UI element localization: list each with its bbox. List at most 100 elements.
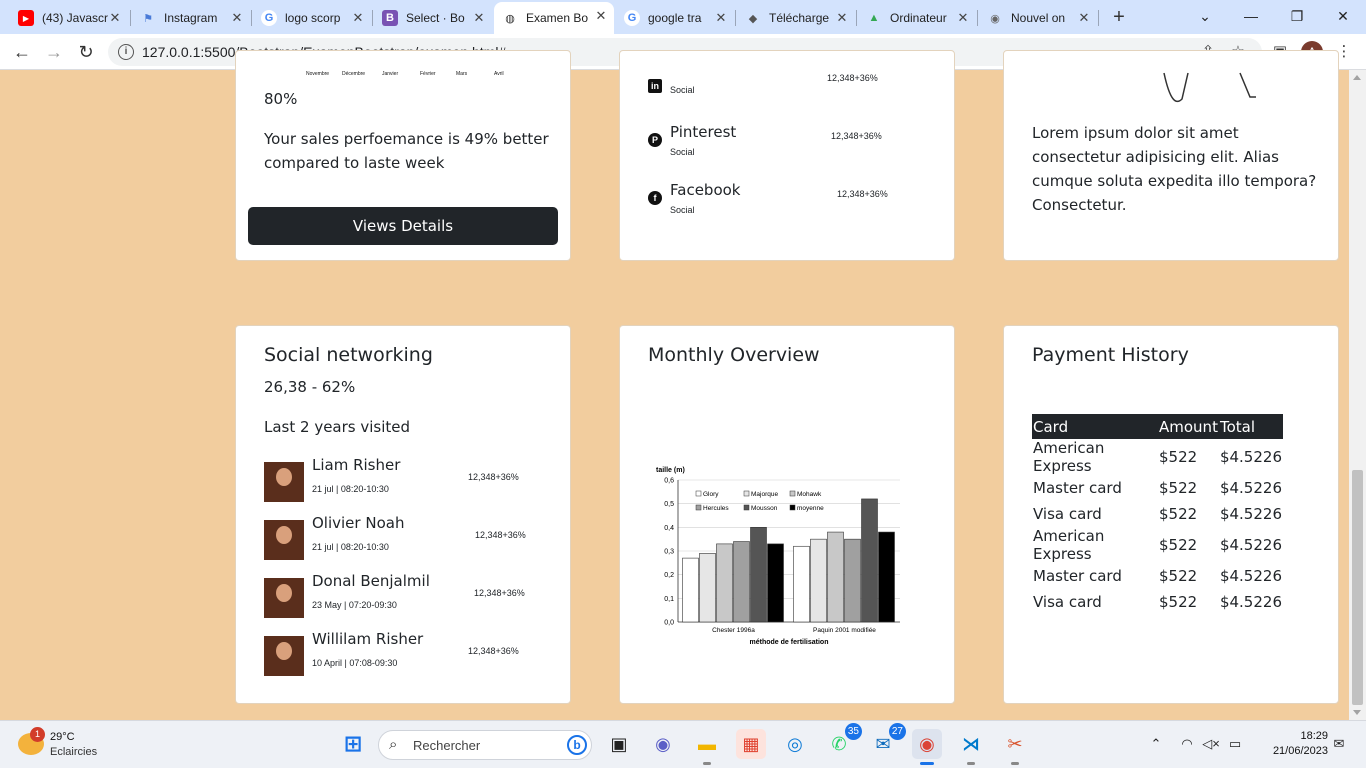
payment-table: Card Amount Total American Express $522 …	[1032, 414, 1283, 615]
edge-icon[interactable]: ◎	[780, 729, 810, 759]
forward-button[interactable]: →	[42, 40, 66, 64]
legend-label: Mousson	[751, 505, 778, 512]
chevron-up-icon[interactable]: ⌃	[1147, 735, 1165, 753]
avatar	[264, 578, 304, 618]
tab-nouvel-onglet[interactable]: ◉ Nouvel on ✕	[979, 4, 1097, 32]
sales-percent: 80%	[264, 90, 298, 108]
system-clock[interactable]: 18:29 21/06/2023	[1258, 729, 1328, 759]
social-row-linkedin[interactable]: in Social 12,348+36%	[648, 73, 938, 123]
monthly-overview-card: Monthly Overview taille (m) 0,0 0,1 0,2 0,3 0…	[619, 325, 955, 704]
bar	[733, 541, 750, 623]
table-cell: $522	[1159, 536, 1198, 554]
tab-google-translate[interactable]: G google tra ✕	[616, 4, 734, 32]
list-item[interactable]: Donal Benjalmil 23 May | 07:20-09:30 12,…	[264, 572, 554, 622]
whatsapp-icon[interactable]: ✆ 35	[824, 723, 862, 759]
scroll-up-icon[interactable]	[1353, 75, 1361, 80]
table-cell: $522	[1159, 479, 1198, 497]
reload-button[interactable]: ↻	[74, 40, 98, 64]
globe-icon: ◍	[505, 12, 515, 25]
close-icon[interactable]: ✕	[956, 11, 970, 25]
sales-card: Novembre Décembre Janvier Février Mars A…	[235, 50, 571, 261]
bar	[861, 498, 878, 623]
social-row-facebook[interactable]: f Facebook Social 12,348+36%	[648, 181, 938, 235]
scrollbar-thumb[interactable]	[1352, 470, 1363, 705]
tab-examen[interactable]: ◍ Examen Bo ✕	[494, 2, 614, 34]
social-row-pinterest[interactable]: P Pinterest Social 12,348+36%	[648, 123, 938, 177]
table-cell: $4.5226	[1219, 536, 1282, 554]
list-item[interactable]: Liam Risher 21 jul | 08:20-10:30 12,348+…	[264, 456, 554, 506]
list-item[interactable]: Willilam Risher 10 April | 07:08-09:30 1…	[264, 630, 554, 680]
close-window-button[interactable]: ✕	[1320, 4, 1366, 28]
tab-label: Nouvel on	[1011, 11, 1066, 25]
back-button[interactable]: ←	[10, 40, 34, 64]
wifi-icon[interactable]: ◠	[1178, 735, 1196, 753]
minimize-button[interactable]: —	[1228, 4, 1274, 28]
person-value: 12,348+36%	[474, 588, 525, 598]
tab-bar: ▶ (43) Javascr ✕ ⚑ Instagram ✕ G logo sc…	[0, 0, 1366, 34]
lorem-text: Lorem ipsum dolor sit amet consectetur a…	[1032, 124, 1317, 214]
person-name: Olivier Noah	[312, 514, 405, 532]
month-label: Février	[420, 71, 436, 77]
table-row: Master card $522 $4.5226	[1032, 563, 1283, 589]
mail-icon[interactable]: ✉ 27	[868, 723, 906, 759]
teams-chat-icon[interactable]: ◉	[648, 729, 678, 759]
list-item[interactable]: Olivier Noah 21 jul | 08:20-10:30 12,348…	[264, 514, 554, 564]
windows-start-icon[interactable]: ⊞	[338, 729, 368, 759]
tab-label: google tra	[648, 11, 702, 25]
x-axis-label: méthode de fertilisation	[750, 639, 829, 646]
social-networking-card: Social networking 26,38 - 62% Last 2 yea…	[235, 325, 571, 704]
info-icon[interactable]: i	[118, 44, 134, 60]
page-scrollbar[interactable]	[1349, 70, 1366, 720]
social-sub: Social	[670, 147, 695, 157]
chrome-icon: ◉	[990, 12, 1000, 25]
new-tab-button[interactable]: +	[1108, 6, 1130, 28]
month-label: Janvier	[382, 71, 399, 77]
task-view-icon[interactable]: ▣	[604, 729, 634, 759]
person-value: 12,348+36%	[468, 646, 519, 656]
notifications-icon[interactable]: ✉	[1330, 735, 1348, 753]
tab-ordinateur[interactable]: ▲ Ordinateur ✕	[858, 4, 976, 32]
tab-google-logo[interactable]: G logo scorp ✕	[253, 4, 371, 32]
close-icon[interactable]: ✕	[108, 11, 122, 25]
taskbar-search[interactable]: ⌕ Rechercher b	[378, 730, 592, 760]
bing-icon: b	[567, 735, 587, 755]
tab-telecharger[interactable]: ◆ Télécharge ✕	[737, 4, 855, 32]
close-icon[interactable]: ✕	[835, 11, 849, 25]
chrome-icon[interactable]: ◉	[912, 729, 942, 765]
volume-muted-icon[interactable]: ◁×	[1202, 735, 1220, 753]
tab-bootstrap[interactable]: B Select · Bo ✕	[374, 4, 492, 32]
tab-label: Instagram	[164, 11, 218, 25]
weather-desc: Eclaircies	[50, 746, 98, 758]
close-icon[interactable]: ✕	[351, 11, 365, 25]
search-icon: ⌕	[389, 736, 398, 753]
table-cell: $522	[1159, 567, 1198, 585]
close-icon[interactable]: ✕	[472, 11, 486, 25]
scroll-down-icon[interactable]	[1353, 710, 1361, 715]
table-header-row: Card Amount Total	[1032, 414, 1283, 439]
snipping-tool-icon[interactable]: ✂	[1000, 729, 1030, 765]
tab-search-button[interactable]: ⌄	[1182, 4, 1228, 28]
battery-icon[interactable]: ▭	[1226, 735, 1244, 753]
mail-badge: 27	[888, 723, 906, 740]
restore-button[interactable]: ❐	[1274, 4, 1320, 28]
clock-date: 21/06/2023	[1272, 745, 1328, 757]
tab-instagram[interactable]: ⚑ Instagram ✕	[132, 4, 250, 32]
table-row: Master card $522 $4.5226	[1032, 475, 1283, 501]
vscode-icon[interactable]: ⋊	[956, 729, 986, 765]
views-details-button[interactable]: Views Details	[248, 207, 558, 245]
y-axis-label: taille (m)	[656, 467, 685, 474]
tab-youtube[interactable]: ▶ (43) Javascr ✕	[10, 4, 128, 32]
bar	[793, 545, 810, 623]
y-tick-label: 0,4	[664, 525, 674, 532]
table-cell: Visa card	[1033, 593, 1102, 611]
file-explorer-icon[interactable]: ▬	[692, 729, 722, 765]
microsoft-store-icon[interactable]: ▦	[736, 729, 766, 759]
close-icon[interactable]: ✕	[594, 9, 608, 23]
close-icon[interactable]: ✕	[714, 11, 728, 25]
close-icon[interactable]: ✕	[1077, 11, 1091, 25]
y-tick-label: 0,2	[664, 572, 674, 579]
close-icon[interactable]: ✕	[230, 11, 244, 25]
x-tick-label: Paquin 2001 modifiée	[813, 627, 876, 634]
person-date: 21 jul | 08:20-10:30	[312, 484, 389, 494]
weather-widget[interactable]: 1 29°C Eclaircies	[18, 727, 138, 763]
